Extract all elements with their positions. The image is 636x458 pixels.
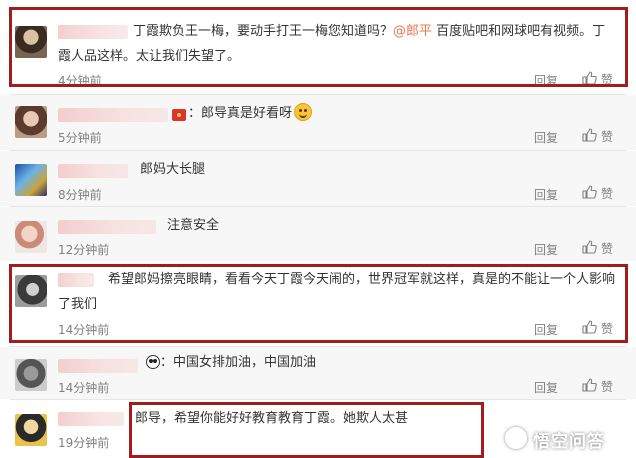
wukong-logo-icon [505, 427, 527, 449]
reply-button[interactable]: 回复 [534, 129, 558, 146]
username-redacted[interactable] [58, 108, 168, 122]
comment-time: 12分钟前 [58, 243, 110, 257]
reply-button[interactable]: 回复 [534, 241, 558, 258]
comment-time: 14分钟前 [58, 381, 110, 395]
thumbs-up-icon [582, 240, 597, 254]
like-label: 赞 [601, 380, 614, 394]
user-avatar[interactable] [15, 221, 47, 253]
panda-icon [146, 355, 160, 369]
red-envelope-icon [172, 109, 186, 121]
comment-time: 5分钟前 [58, 131, 102, 145]
like-label: 赞 [601, 242, 614, 256]
username-redacted[interactable] [58, 412, 124, 426]
comment-text: 注意安全 [167, 218, 220, 233]
reply-button[interactable]: 回复 [534, 379, 558, 396]
username-redacted[interactable] [58, 359, 138, 373]
comment-item: ：中国女排加油，中国加油 14分钟前 回复 赞 [0, 347, 636, 399]
user-avatar[interactable] [15, 414, 47, 446]
watermark-text: 悟空问答 [533, 432, 605, 452]
user-avatar[interactable] [15, 164, 47, 196]
username-redacted[interactable] [58, 220, 156, 234]
highlight-box [9, 264, 628, 343]
reply-button[interactable]: 回复 [534, 186, 558, 203]
like-label: 赞 [601, 187, 614, 201]
comment-text: ：中国女排加油，中国加油 [160, 355, 317, 370]
username-redacted[interactable] [58, 164, 128, 178]
comment-item: 注意安全 12分钟前 回复 赞 [0, 207, 636, 261]
comment-item: 郎妈大长腿 8分钟前 回复 赞 [0, 151, 636, 206]
like-label: 赞 [601, 130, 614, 144]
thumbs-up-icon [582, 378, 597, 392]
comment-text: 郎妈大长腿 [140, 162, 206, 177]
comment-item: ：郎导真是好看呀 5分钟前 回复 赞 [0, 95, 636, 150]
comment-text: ：郎导真是好看呀 [188, 103, 313, 125]
highlight-box [129, 402, 484, 458]
comment-time: 19分钟前 [58, 436, 110, 450]
thumbs-up-icon [582, 185, 597, 199]
comment-time: 8分钟前 [58, 188, 102, 202]
highlight-box [9, 7, 628, 87]
user-avatar[interactable] [15, 106, 47, 138]
smiley-emoji-icon [294, 103, 313, 121]
user-avatar[interactable] [15, 359, 47, 391]
thumbs-up-icon [582, 128, 597, 142]
